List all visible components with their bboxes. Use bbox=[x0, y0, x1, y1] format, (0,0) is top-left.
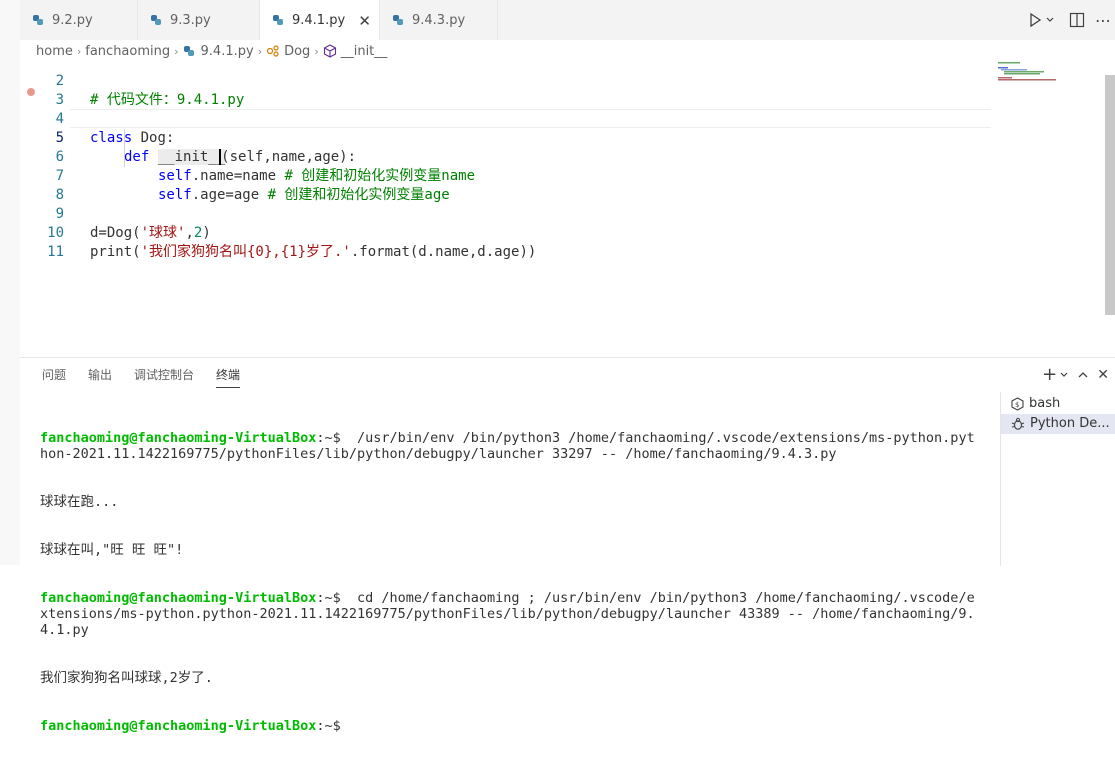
tab-label: 9.3.py bbox=[170, 12, 211, 28]
minimap-preview bbox=[998, 62, 1056, 81]
breadcrumb-file-label: 9.4.1.py bbox=[200, 43, 254, 59]
panel-actions: + ✕ bbox=[1042, 364, 1109, 385]
code-editor[interactable]: 2 # 代码文件：9.4.1.py 3 4 class Dog: 5 def _… bbox=[20, 62, 1095, 357]
code-line: 7 self.age=age # 创建和初始化实例变量age bbox=[20, 148, 450, 203]
chevron-right-icon: › bbox=[76, 44, 82, 58]
close-icon[interactable]: ✕ bbox=[1097, 367, 1109, 383]
indent-guide bbox=[124, 129, 125, 167]
terminal-line: fanchaoming@fanchaoming-VirtualBox:~$ /u… bbox=[40, 430, 975, 462]
panel-tabs: 问题 输出 调试控制台 终端 bbox=[20, 358, 241, 392]
code-text: class Dog: bbox=[90, 130, 175, 146]
bottom-panel: 问题 输出 调试控制台 终端 + ✕ fanchaoming@fanchaomi… bbox=[20, 357, 1115, 734]
code-text: # 代码文件：9.4.1.py bbox=[90, 92, 245, 108]
terminal-line: 球球在跑... bbox=[40, 494, 119, 510]
editor-tab-bar: 9.2.py 9.3.py 9.4.1.py ✕ 9.4.3.py ⋯ bbox=[20, 0, 1115, 40]
run-icon[interactable] bbox=[1027, 12, 1043, 28]
tab-label: 9.4.1.py bbox=[292, 12, 346, 28]
terminal-line: fanchaoming@fanchaoming-VirtualBox:~$ bbox=[40, 718, 341, 734]
tab-problems[interactable]: 问题 bbox=[42, 358, 66, 392]
tab-output[interactable]: 输出 bbox=[88, 358, 112, 392]
chevron-right-icon: › bbox=[314, 44, 319, 58]
terminal-line: 我们家狗狗名叫球球,2岁了. bbox=[40, 670, 213, 686]
breadcrumb-method-label: __init__ bbox=[340, 43, 388, 59]
code-text: def __init__(self,name,age): bbox=[124, 149, 357, 165]
code-text: d=Dog('球球',2) bbox=[90, 225, 211, 241]
code-line: 6 self.name=name # 创建和初始化实例变量name bbox=[20, 129, 475, 184]
breadcrumb-method[interactable]: __init__ bbox=[323, 43, 388, 59]
maximize-panel-icon[interactable] bbox=[1077, 369, 1089, 381]
class-symbol-icon bbox=[266, 45, 279, 57]
chevron-down-icon[interactable] bbox=[1059, 370, 1069, 380]
breadcrumb-file[interactable]: 9.4.1.py bbox=[183, 44, 254, 59]
tab-debug-console[interactable]: 调试控制台 bbox=[134, 358, 194, 392]
debug-icon bbox=[1011, 417, 1025, 430]
tab-terminal[interactable]: 终端 bbox=[216, 358, 241, 392]
method-symbol-icon bbox=[323, 44, 336, 58]
terminal-item-label: Python De... bbox=[1030, 416, 1110, 431]
close-icon[interactable]: ✕ bbox=[358, 12, 371, 30]
split-editor-icon[interactable] bbox=[1069, 12, 1085, 28]
python-file-icon bbox=[273, 15, 283, 25]
terminal-item-bash[interactable]: $ bash bbox=[1001, 394, 1115, 414]
tab-label: 9.2.py bbox=[52, 12, 93, 28]
tab-9-4-3-py[interactable]: 9.4.3.py bbox=[380, 0, 498, 40]
python-file-icon bbox=[33, 15, 43, 25]
tab-9-3-py[interactable]: 9.3.py bbox=[138, 0, 260, 40]
chevron-down-icon[interactable] bbox=[1045, 15, 1055, 25]
python-file-icon bbox=[393, 15, 403, 25]
code-line: 9 d=Dog('球球',2) bbox=[20, 186, 211, 241]
breadcrumb-class[interactable]: Dog bbox=[266, 44, 310, 59]
chevron-right-icon: › bbox=[174, 44, 179, 58]
code-line: 2 # 代码文件：9.4.1.py bbox=[20, 62, 245, 108]
code-text: print('我们家狗狗名叫{0},{1}岁了.'.format(d.name,… bbox=[90, 244, 537, 260]
terminal-output[interactable]: fanchaoming@fanchaoming-VirtualBox:~$ /u… bbox=[40, 398, 980, 766]
terminal-list: $ bash Python De... bbox=[1000, 392, 1115, 566]
current-line-highlight bbox=[70, 109, 991, 128]
terminal-line: fanchaoming@fanchaoming-VirtualBox:~$ cd… bbox=[40, 590, 975, 638]
add-terminal-icon[interactable]: + bbox=[1042, 364, 1057, 385]
editor-actions: ⋯ bbox=[1027, 0, 1115, 40]
tab-label: 9.4.3.py bbox=[412, 12, 466, 28]
svg-text:$: $ bbox=[1015, 401, 1019, 409]
code-line: 5 def __init__(self,name,age): bbox=[20, 110, 356, 165]
tab-9-4-1-py[interactable]: 9.4.1.py ✕ bbox=[260, 0, 380, 40]
left-gutter-strip bbox=[0, 0, 20, 565]
breadcrumb: home › fanchaoming › 9.4.1.py › Dog › __… bbox=[20, 40, 1115, 62]
bash-icon: $ bbox=[1011, 397, 1024, 411]
code-line: 11 bbox=[20, 224, 64, 260]
more-actions-icon[interactable]: ⋯ bbox=[1095, 11, 1111, 30]
chevron-right-icon: › bbox=[257, 44, 263, 58]
terminal-item-label: bash bbox=[1029, 396, 1061, 411]
python-file-icon bbox=[151, 15, 161, 25]
editor-scrollbar[interactable] bbox=[1105, 75, 1115, 315]
breadcrumb-home[interactable]: home bbox=[36, 44, 73, 59]
terminal-item-python-debug[interactable]: Python De... bbox=[1001, 414, 1115, 434]
code-text: self.name=name # 创建和初始化实例变量name bbox=[158, 168, 476, 184]
tab-9-2-py[interactable]: 9.2.py bbox=[20, 0, 138, 40]
line-number: 11 bbox=[47, 244, 64, 260]
code-line: 4 class Dog: bbox=[20, 91, 175, 146]
python-file-icon bbox=[183, 46, 194, 56]
breadcrumb-class-label: Dog bbox=[284, 43, 311, 59]
code-line: 10 print('我们家狗狗名叫{0},{1}岁了.'.format(d.na… bbox=[20, 205, 536, 260]
code-text: self.age=age # 创建和初始化实例变量age bbox=[158, 187, 450, 203]
code-line: 3 bbox=[20, 72, 64, 108]
code-line: 8 bbox=[20, 167, 64, 203]
terminal-line: 球球在叫,"旺 旺 旺"! bbox=[40, 542, 184, 558]
breadcrumb-fanchaoming[interactable]: fanchaoming bbox=[85, 44, 170, 59]
